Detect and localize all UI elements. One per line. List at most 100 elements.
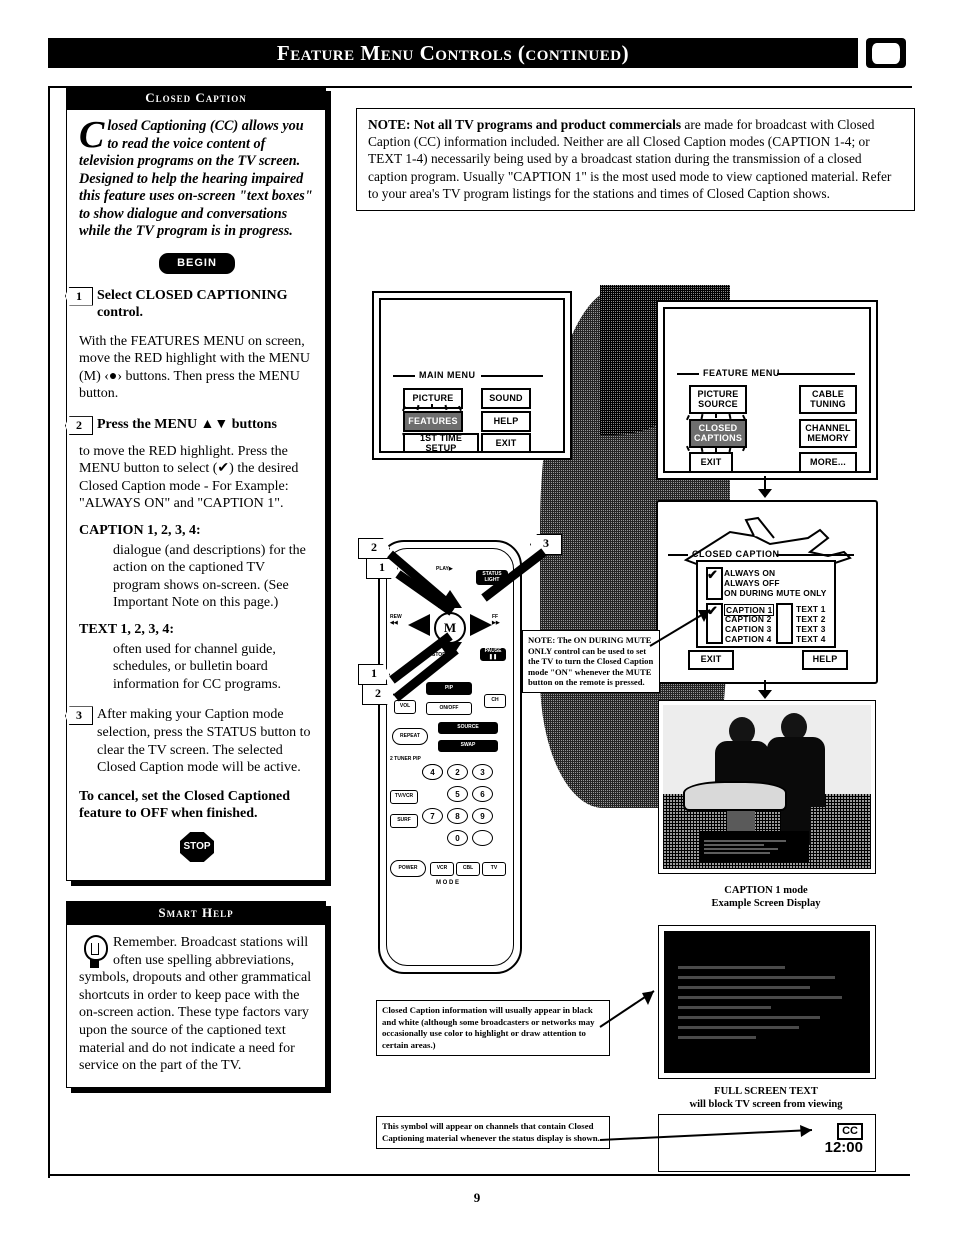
remote-key-9[interactable]: 9 — [472, 808, 493, 824]
text-modes-label: TEXT 1, 2, 3, 4: — [79, 622, 175, 637]
remote-key-5[interactable]: 5 — [447, 786, 468, 802]
remote-key-0[interactable]: 0 — [447, 830, 468, 846]
feature-menu-tv: FEATURE MENU PICTURE SOURCE CABLE TUNING… — [656, 300, 878, 480]
feature-menu-rule-left — [677, 373, 699, 375]
photo-caption-overlay — [699, 831, 809, 863]
step-2-number: 2 — [65, 416, 93, 436]
step-1-number: 1 — [65, 286, 93, 306]
example-caption-wrap: CAPTION 1 mode Example Screen Display — [658, 884, 874, 910]
fullscreen-text-screen — [664, 931, 870, 1073]
example-screen-tv — [658, 700, 876, 874]
feature-menu-button-closed-captions[interactable]: CLOSED CAPTIONS — [689, 419, 747, 448]
cc-option-text-1[interactable]: TEXT 1 — [796, 604, 826, 614]
main-menu-button-help[interactable]: HELP — [481, 411, 531, 432]
manual-page: Feature Menu Controls (continued) Closed… — [0, 0, 954, 1235]
feature-menu-button-channel-memory[interactable]: CHANNEL MEMORY — [799, 419, 857, 448]
cc-option-text-4[interactable]: TEXT 4 — [796, 634, 826, 644]
main-menu-tv-inner: MAIN MENU PICTURE SOUND FEATURES HELP 1S… — [379, 298, 565, 453]
main-menu-button-sound[interactable]: SOUND — [481, 388, 531, 409]
begin-badge: BEGIN — [159, 252, 235, 274]
smart-help-body: Remember. Broadcast stations will often … — [67, 925, 325, 1087]
note-lead: NOTE: Not all TV programs and product co… — [368, 117, 682, 132]
fullscreen-text-tv — [658, 925, 876, 1079]
step-3-number: 3 — [65, 706, 93, 726]
remote-source-button[interactable]: SOURCE — [438, 722, 498, 734]
remote-label-2-tuner-pip: 2 TUNER PIP — [390, 756, 421, 762]
step-2-headline: Press the MENU ▲▼ buttons — [97, 417, 277, 433]
intro-dropcap: C — [79, 114, 105, 156]
remote-swap-button[interactable]: SWAP — [438, 740, 498, 752]
smart-help-panel: Smart Help Remember. Broadcast stations … — [66, 900, 326, 1088]
fullscreen-caption-line-1: FULL SCREEN TEXT — [714, 1086, 818, 1097]
page-number: 9 — [473, 1190, 481, 1205]
cc-symbol: CC — [837, 1123, 863, 1140]
remote-key-7[interactable]: 7 — [422, 808, 443, 824]
text-modes-text: often used for channel guide, schedules,… — [113, 641, 281, 692]
page-title: Feature Menu Controls (continued) — [276, 40, 630, 65]
feature-menu-screen: FEATURE MENU PICTURE SOURCE CABLE TUNING… — [665, 309, 869, 471]
remote-tv-mode-button[interactable]: TV — [482, 862, 506, 876]
closed-caption-panel-heading: Closed Caption — [67, 87, 325, 110]
cc-symbol-note: This symbol will appear on channels that… — [376, 1116, 610, 1149]
remote-numpad[interactable]: 1 2 3 4 5 6 7 8 9 0 — [422, 764, 512, 856]
closed-caption-panel-body: Closed Captioning (CC) allows you to rea… — [65, 110, 325, 880]
page-frame-bottom — [48, 1174, 910, 1176]
mute-note-pointer — [649, 609, 711, 647]
connector-arrow-feature-to-cc — [758, 489, 772, 498]
remote-label-mode: M O D E — [436, 880, 460, 886]
main-menu-tv: MAIN MENU PICTURE SOUND FEATURES HELP 1S… — [372, 291, 572, 460]
symbol-note-arrow — [599, 1125, 813, 1141]
feature-menu-button-picture-source[interactable]: PICTURE SOURCE — [689, 385, 747, 414]
closed-caption-screen-title: CLOSED CAPTION — [692, 549, 780, 559]
remote-key-4[interactable]: 4 — [422, 764, 443, 780]
example-caption-line-1: CAPTION 1 mode — [724, 885, 808, 896]
cc-screen-exit-button[interactable]: EXIT — [688, 650, 734, 670]
important-note-box: NOTE: Not all TV programs and product co… — [356, 108, 915, 212]
smart-help-text: Remember. Broadcast stations will often … — [79, 934, 312, 1074]
remote-key-8[interactable]: 8 — [447, 808, 468, 824]
main-menu-button-features[interactable]: FEATURES — [403, 411, 463, 432]
intro-paragraph: Closed Captioning (CC) allows you to rea… — [79, 114, 315, 241]
fullscreen-caption-line-2: will block TV screen from viewing — [689, 1099, 843, 1110]
tv-screen-icon — [866, 38, 906, 68]
feature-menu-button-more[interactable]: MORE... — [799, 452, 857, 471]
remote-power-button[interactable]: POWER — [390, 860, 426, 877]
remote-repeat-button[interactable]: REPEAT — [392, 728, 428, 745]
cc-title-rule-left — [668, 554, 688, 556]
cc-option-text-3[interactable]: TEXT 3 — [796, 624, 826, 634]
step-2-body: to move the RED highlight. Press the MEN… — [79, 443, 299, 512]
main-menu-button-picture[interactable]: PICTURE — [403, 388, 463, 409]
feature-menu-title: FEATURE MENU — [703, 368, 780, 378]
black-white-note: Closed Caption information will usually … — [376, 1000, 610, 1056]
connector-arrow-cc-to-photo — [758, 690, 772, 699]
cc-screen-help-button[interactable]: HELP — [802, 650, 848, 670]
feature-menu-button-exit[interactable]: EXIT — [689, 452, 733, 471]
cc-option-text-2[interactable]: TEXT 2 — [796, 614, 826, 624]
step-3-headline: After making your Caption mode selection… — [97, 707, 311, 776]
remote-surf-button[interactable]: SURF — [390, 814, 418, 828]
cc-text-checkbox[interactable] — [776, 603, 793, 644]
caption-modes-label: CAPTION 1, 2, 3, 4: — [79, 523, 201, 539]
remote-key-3[interactable]: 3 — [472, 764, 493, 780]
example-caption-line-2: Example Screen Display — [711, 898, 821, 909]
lightbulb-icon — [81, 934, 108, 969]
example-photo — [663, 705, 871, 869]
main-menu-button-exit[interactable]: EXIT — [481, 433, 531, 451]
feature-menu-button-cable-tuning[interactable]: CABLE TUNING — [799, 385, 857, 414]
remote-vcr-mode-button[interactable]: VCR — [430, 862, 454, 876]
smart-help-heading: Smart Help — [67, 901, 325, 925]
main-menu-button-1st-time-setup[interactable]: 1ST TIME SETUP — [403, 433, 479, 451]
step-3: 3 After making your Caption mode selecti… — [65, 706, 315, 776]
remote-tvvcr-button[interactable]: TV/VCR — [390, 790, 418, 804]
intro-text: losed Captioning (CC) allows you to read… — [79, 118, 313, 239]
remote-key-2[interactable]: 2 — [447, 764, 468, 780]
remote-key-6[interactable]: 6 — [472, 786, 493, 802]
closed-caption-panel: Closed Caption Closed Captioning (CC) al… — [65, 86, 326, 881]
main-menu-title: MAIN MENU — [419, 370, 476, 380]
caption-modes-text: dialogue (and descriptions) for the acti… — [113, 542, 306, 611]
photo-car — [683, 781, 787, 811]
feature-menu-rule-right — [777, 373, 855, 375]
remote-cbl-mode-button[interactable]: CBL — [456, 862, 480, 876]
cc-option-always-on[interactable]: ALWAYS ON — [724, 568, 775, 578]
remote-key-blank[interactable] — [472, 830, 493, 846]
